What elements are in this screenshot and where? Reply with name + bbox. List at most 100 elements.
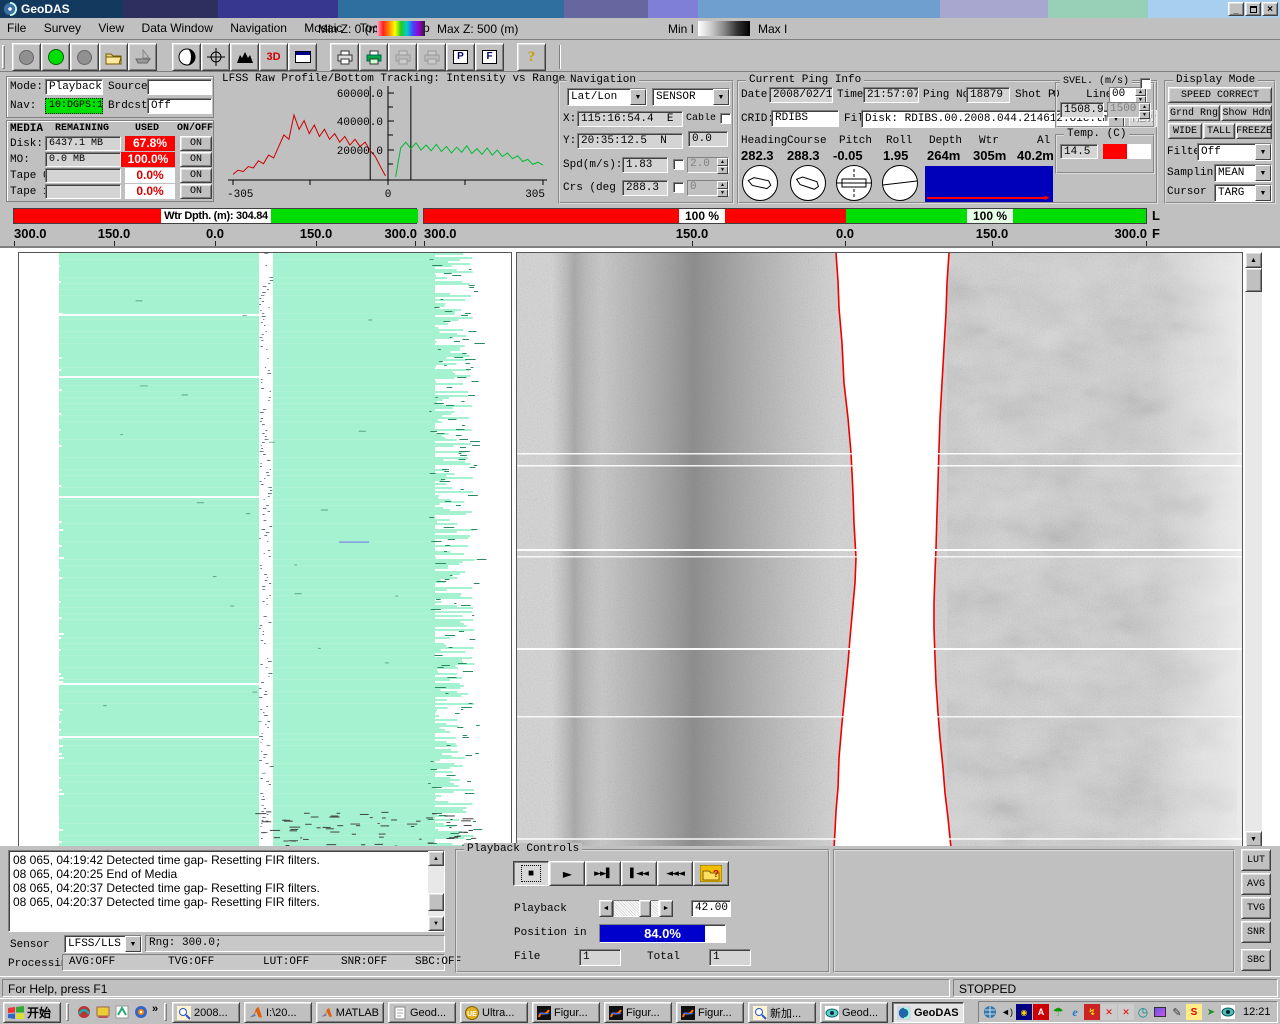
print-gray-1-icon[interactable] [388,43,417,71]
rewind-start-button[interactable]: ▌◄◄ [621,861,657,886]
mode-field[interactable]: Playback [45,79,103,95]
quicklaunch-more-chevron[interactable]: » [152,1003,158,1015]
taskbar-item-geodas-doc[interactable]: Geod... [388,1002,456,1023]
ship-survey-icon[interactable] [128,43,157,71]
scroll-thumb[interactable] [428,893,444,911]
log-list[interactable]: 08 065, 04:19:42 Detected time gap- Rese… [8,850,445,932]
crs-checkbox[interactable] [673,182,684,193]
pause-icon[interactable] [70,43,99,71]
slider-right-icon[interactable]: ► [659,900,673,917]
taskbar-item-figure-1[interactable]: Figur... [532,1002,600,1023]
menu-view[interactable]: View [91,18,131,38]
tray-sogou-icon[interactable]: S [1186,1004,1202,1020]
scroll-thumb[interactable] [1245,268,1262,292]
tray-net-shield-icon[interactable] [982,1004,998,1020]
media-on-button[interactable]: ON [180,184,212,199]
sampling-dropdown[interactable]: MEAN▼ [1214,164,1272,182]
speed-slider-track[interactable] [613,900,659,917]
main-scrollbar[interactable]: ▲ ▼ [1245,252,1262,847]
tray-ie-icon[interactable]: e [1067,1004,1083,1020]
i-gray-scale[interactable] [698,21,750,36]
toolbar-grip[interactable] [2,45,5,69]
scroll-down-icon[interactable]: ▼ [1245,831,1262,847]
page-p-icon[interactable]: P [446,43,475,71]
quicklaunch-media-player-icon[interactable] [133,1004,149,1020]
taskbar-item-geodpr[interactable]: Geod... [820,1002,888,1023]
3d-view-icon[interactable]: 3D [259,43,288,71]
nav-source-dropdown[interactable]: SENSOR▼ [652,88,730,106]
tray-gesture-icon[interactable]: ➤ [1203,1004,1219,1020]
tray-umbrella-icon[interactable]: ☂ [1050,1004,1066,1020]
tray-volume-icon[interactable]: ◄) [999,1004,1015,1020]
taskbar-grip[interactable] [66,1003,69,1021]
start-button[interactable]: 开始 [3,1002,61,1023]
tall-button[interactable]: TALL [1203,123,1235,139]
target-icon[interactable] [201,43,230,71]
avg-button[interactable]: AVG [1241,873,1271,895]
menu-survey[interactable]: Survey [37,18,88,38]
brdcst-field[interactable]: Off [147,98,212,114]
file-field[interactable]: 1 [579,949,621,966]
rotate-globe-icon[interactable] [172,43,201,71]
taskbar-item-acdsee-2008[interactable]: 2008... [172,1002,240,1023]
tray-display-icon[interactable] [1152,1004,1168,1020]
tray-ati-icon[interactable]: A [1033,1004,1049,1020]
open-file-icon[interactable] [99,43,128,71]
minimize-button[interactable]: _ [1228,2,1244,16]
speed-slider-thumb[interactable] [639,900,651,917]
source-field[interactable] [147,79,212,95]
speed-correct-button[interactable]: SPEED CORRECT [1168,87,1272,103]
cable-checkbox[interactable] [720,113,731,124]
taskbar-item-acdsee-new[interactable]: 新加... [748,1002,816,1023]
subbottom-waterfall[interactable] [18,252,512,847]
tray-pen-icon[interactable]: ✎ [1169,1004,1185,1020]
scroll-up-icon[interactable]: ▲ [1245,252,1262,268]
terrain-icon[interactable] [230,43,259,71]
freeze-button[interactable]: FREEZE [1236,123,1272,139]
media-on-button[interactable]: ON [180,152,212,167]
sidescan-waterfall[interactable] [516,252,1243,847]
show-hdn-button[interactable]: Show Hdn [1221,105,1272,121]
sbc-button[interactable]: SBC [1241,949,1271,971]
slider-left-icon[interactable]: ◄ [599,900,613,917]
fast-forward-button[interactable]: ►►▌ [585,861,621,886]
start-icon[interactable] [41,43,70,71]
fast-rewind-button[interactable]: ◄◄◄ [657,861,693,886]
log-scrollbar[interactable]: ▲ ▼ [428,851,444,931]
taskbar-item-ultraedit[interactable]: UEUltra... [460,1002,528,1023]
print-icon[interactable] [330,43,359,71]
taskbar-item-figure-3[interactable]: Figur... [676,1002,744,1023]
print-gray-2-icon[interactable] [417,43,446,71]
help-icon[interactable]: ? [517,43,546,71]
quicklaunch-show-desktop-icon[interactable] [76,1004,92,1020]
taskbar-item-matlab[interactable]: MATLAB [316,1002,384,1023]
menu-navigation[interactable]: Navigation [223,18,294,38]
crs-set-spinner[interactable]: 0▲▼ [687,180,729,196]
tray-time-sync-icon[interactable]: ◷ [1135,1004,1151,1020]
tray-signal-icon[interactable]: ◉ [1016,1004,1032,1020]
eject-folder-button[interactable]: ? [693,861,729,886]
taskbar-item-figure-2[interactable]: Figur... [604,1002,672,1023]
svel-checkbox[interactable] [1140,78,1151,89]
window-layout-icon[interactable] [288,43,317,71]
coord-mode-dropdown[interactable]: Lat/Lon▼ [567,88,647,106]
svel-set-spinner[interactable]: 1500.▲▼ [1107,102,1151,118]
wide-button[interactable]: WIDE [1168,123,1202,139]
spd-checkbox[interactable] [673,159,684,170]
tray-eye-icon[interactable] [1220,1004,1236,1020]
z-color-scale[interactable] [377,21,425,36]
lut-button[interactable]: LUT [1241,849,1271,871]
restore-button[interactable] [1245,2,1261,16]
media-on-button[interactable]: ON [180,168,212,183]
filter-dropdown[interactable]: Off▼ [1197,143,1272,161]
tvg-button[interactable]: TVG [1241,897,1271,919]
taskbar-item-geodas-active[interactable]: GeoDAS [892,1002,964,1023]
spd-set-spinner[interactable]: 2.0▲▼ [687,157,729,173]
menu-file[interactable]: File [0,18,33,38]
record-icon[interactable] [12,43,41,71]
speed-value-field[interactable]: 42.00 [691,900,731,917]
scroll-up-icon[interactable]: ▲ [428,851,444,866]
taskbar-grip[interactable] [164,1003,167,1021]
play-button[interactable]: ► [549,861,585,886]
quicklaunch-ie-icon[interactable] [114,1004,130,1020]
